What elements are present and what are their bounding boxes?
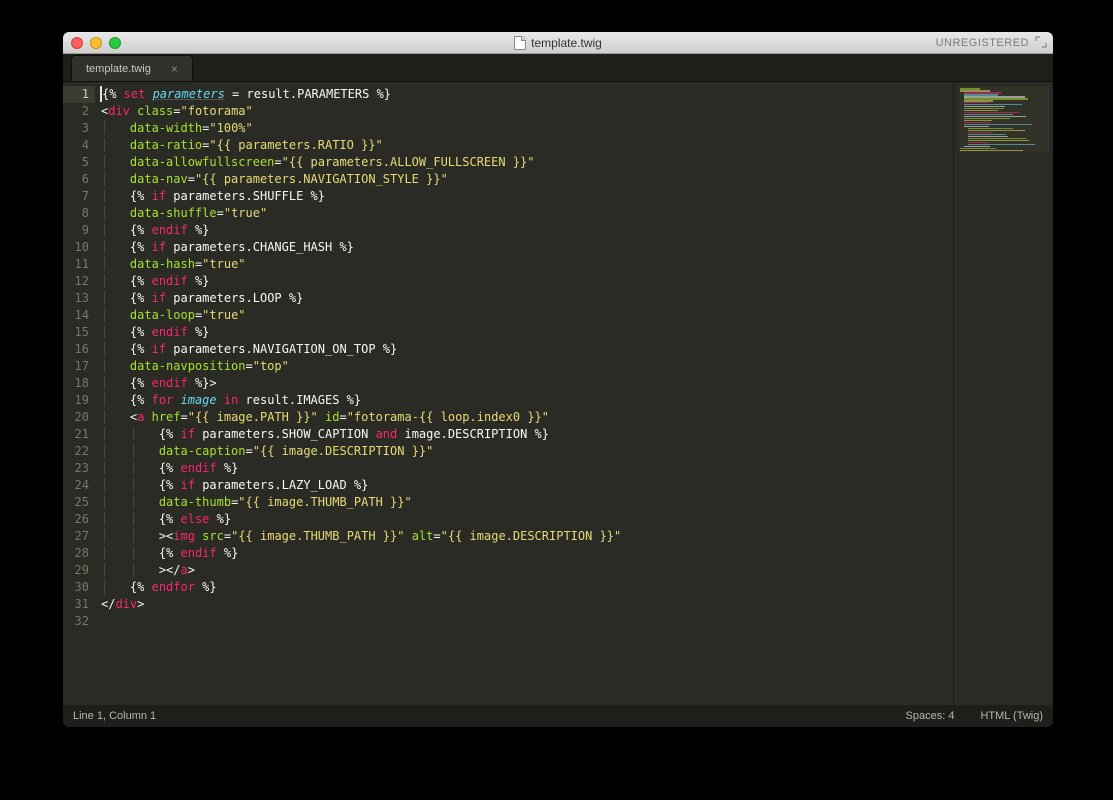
document-icon: [514, 36, 526, 50]
status-bar: Line 1, Column 1 Spaces: 4 HTML (Twig): [63, 705, 1053, 727]
tab-close-icon[interactable]: ×: [171, 62, 178, 76]
close-icon[interactable]: [71, 37, 83, 49]
zoom-icon[interactable]: [109, 37, 121, 49]
tab-template[interactable]: template.twig ×: [71, 55, 193, 81]
code-editor[interactable]: {% set parameters = result.PARAMETERS %}…: [95, 82, 953, 705]
editor-window: template.twig UNREGISTERED template.twig…: [63, 32, 1053, 727]
expand-icon[interactable]: [1035, 36, 1047, 48]
tab-label: template.twig: [86, 63, 151, 75]
status-syntax[interactable]: HTML (Twig): [980, 710, 1043, 722]
tab-bar: template.twig ×: [63, 54, 1053, 82]
status-spaces[interactable]: Spaces: 4: [906, 710, 955, 722]
minimap[interactable]: [953, 82, 1053, 705]
minimize-icon[interactable]: [90, 37, 102, 49]
window-title: template.twig: [63, 36, 1053, 50]
title-text: template.twig: [531, 36, 602, 50]
titlebar[interactable]: template.twig UNREGISTERED: [63, 32, 1053, 54]
status-position[interactable]: Line 1, Column 1: [73, 710, 156, 722]
line-gutter[interactable]: 1234567891011121314151617181920212223242…: [63, 82, 95, 705]
unregistered-label: UNREGISTERED: [936, 37, 1029, 49]
